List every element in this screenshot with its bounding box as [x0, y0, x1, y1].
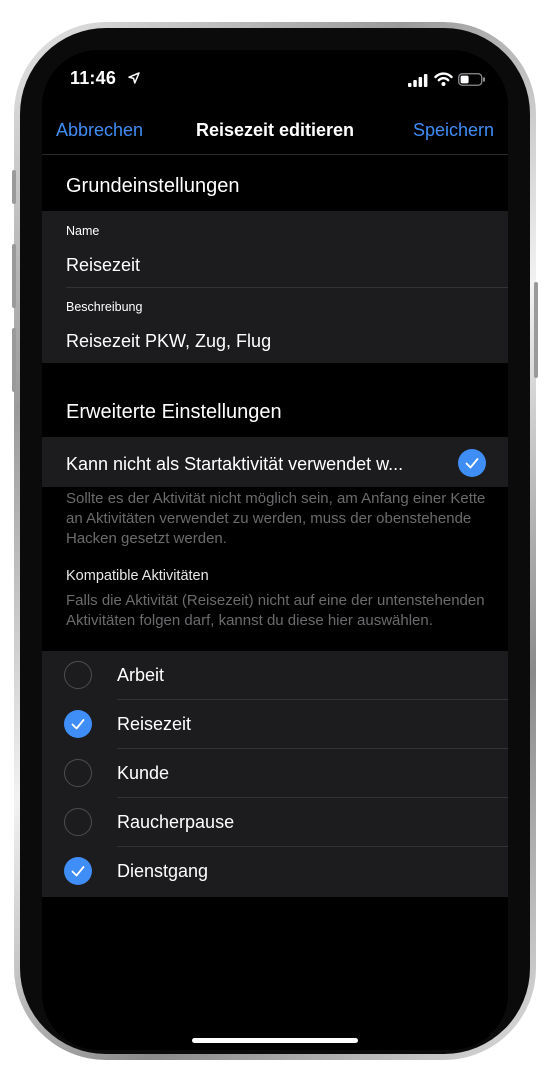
- checkmark-icon: [71, 719, 85, 730]
- activities-list: Arbeit Reisezeit Kunde Raucherpause Dien…: [42, 651, 508, 897]
- start-activity-checkbox[interactable]: [458, 449, 486, 477]
- checkmark-icon: [71, 866, 85, 877]
- screen: 11:46 Abbrechen Reisezeit editieren Spei…: [42, 50, 508, 1050]
- list-item-dienstgang[interactable]: Dienstgang: [42, 847, 508, 896]
- list-item-label: Dienstgang: [117, 861, 209, 881]
- list-item-kunde[interactable]: Kunde: [42, 749, 508, 798]
- navigation-bar: Abbrechen Reisezeit editieren Speichern: [42, 108, 508, 155]
- description-field[interactable]: Reisezeit PKW, Zug, Flug: [66, 331, 271, 352]
- list-item-label: Raucherpause: [117, 812, 235, 832]
- list-item-reisezeit[interactable]: Reisezeit: [42, 700, 508, 749]
- wifi-icon: [434, 72, 453, 86]
- checkbox-dienstgang[interactable]: [64, 857, 92, 885]
- checkbox-kunde[interactable]: [64, 759, 92, 787]
- power-button: [534, 282, 538, 378]
- list-item-label: Arbeit: [117, 665, 165, 685]
- list-item-label: Kunde: [117, 763, 170, 783]
- basic-settings-group: Name Reisezeit Beschreibung Reisezeit PK…: [42, 211, 508, 363]
- checkbox-reisezeit[interactable]: [64, 710, 92, 738]
- status-time: 11:46: [70, 68, 117, 88]
- start-activity-label: Kann nicht als Startaktivität verwendet …: [66, 454, 404, 474]
- start-activity-footer: Sollte es der Aktivität nicht möglich se…: [66, 490, 486, 547]
- list-item-arbeit[interactable]: Arbeit: [42, 651, 508, 700]
- volume-up-button: [12, 244, 16, 308]
- volume-down-button: [12, 328, 16, 392]
- compatible-activities-footer: Falls die Aktivität (Reisezeit) nicht au…: [66, 592, 485, 629]
- checkbox-arbeit[interactable]: [64, 661, 92, 689]
- home-indicator[interactable]: [192, 1038, 358, 1043]
- signal-icon: [408, 74, 428, 87]
- description-label: Beschreibung: [66, 300, 143, 314]
- status-bar: 11:46: [42, 50, 508, 110]
- list-item-raucherpause[interactable]: Raucherpause: [42, 798, 508, 847]
- compatible-activities-header: Kompatible Aktivitäten: [66, 568, 209, 584]
- checkmark-icon: [465, 458, 479, 469]
- section-header-advanced: Erweiterte Einstellungen: [66, 401, 282, 423]
- battery-icon: [458, 73, 485, 86]
- mute-switch: [12, 170, 16, 204]
- checkbox-raucherpause[interactable]: [64, 808, 92, 836]
- save-button[interactable]: Speichern: [413, 120, 494, 141]
- section-header-basic: Grundeinstellungen: [66, 175, 240, 197]
- list-item-label: Reisezeit: [117, 714, 192, 734]
- start-activity-option[interactable]: Kann nicht als Startaktivität verwendet …: [42, 437, 508, 487]
- divider: [66, 287, 508, 288]
- name-label: Name: [66, 224, 100, 238]
- location-arrow-icon: [128, 72, 140, 84]
- name-field[interactable]: Reisezeit: [66, 255, 140, 276]
